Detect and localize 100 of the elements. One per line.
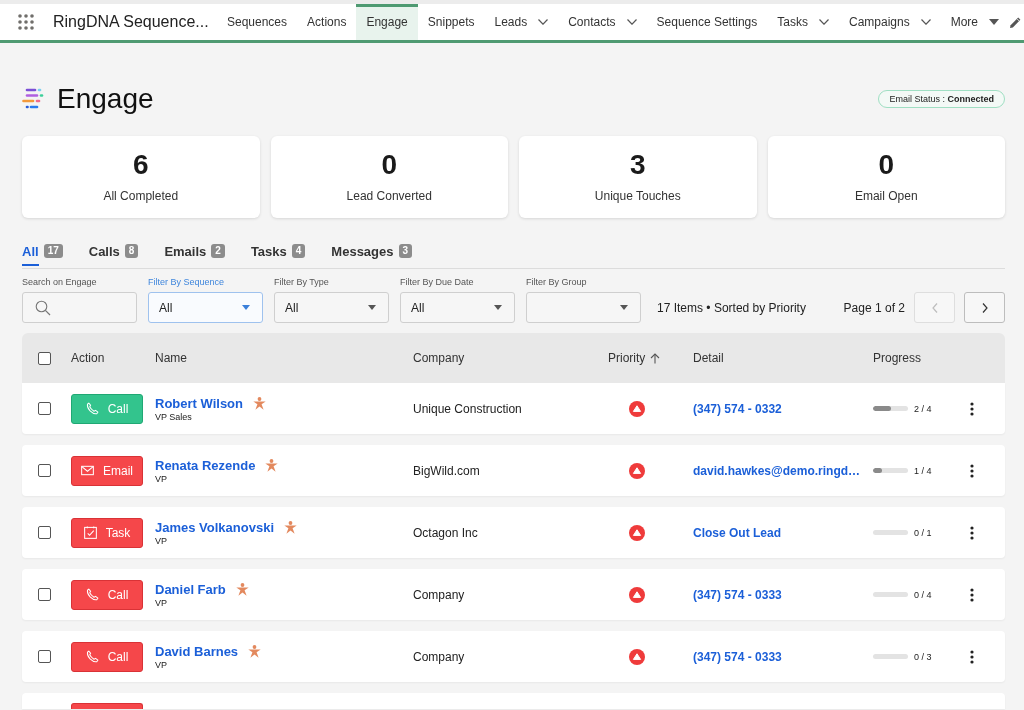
chevron-down-icon: [538, 19, 549, 25]
job-title: VP: [155, 597, 167, 608]
pencil-icon[interactable]: [1009, 15, 1023, 29]
nav-tab[interactable]: Actions: [297, 4, 357, 40]
chevron-right-icon: [981, 302, 988, 313]
progress-reading: 1 / 4: [914, 465, 932, 476]
caret-down-icon: [368, 305, 376, 310]
row-checkbox[interactable]: [38, 588, 51, 601]
job-title: VP: [155, 535, 167, 546]
action-button[interactable]: Call: [71, 641, 143, 672]
row-checkbox[interactable]: [38, 526, 51, 539]
detail-link[interactable]: david.hawkes@demo.ringd…: [693, 463, 861, 478]
dropdown-field[interactable]: All: [400, 292, 515, 323]
tab-label: Emails: [164, 244, 207, 261]
detail-link[interactable]: (347) 574 - 0332: [693, 401, 782, 416]
caret-down-icon: [989, 19, 1000, 25]
contact-name-link[interactable]: Daniel Farb: [155, 581, 226, 597]
chevron-down-icon: [626, 19, 637, 25]
contact-name-link[interactable]: Robert Wilson: [155, 395, 243, 411]
column-header: Name: [155, 351, 187, 365]
job-title: VP: [155, 659, 167, 670]
more-options-icon[interactable]: [970, 401, 974, 416]
row-checkbox[interactable]: [38, 650, 51, 663]
more-options-icon[interactable]: [970, 649, 974, 664]
app-launcher-icon[interactable]: [18, 14, 34, 30]
count-badge: 3: [398, 244, 413, 258]
nav-tab[interactable]: Campaigns: [839, 4, 941, 40]
stat-value: 0: [381, 151, 398, 179]
envelope-icon: [81, 464, 94, 477]
row-checkbox[interactable]: [38, 402, 51, 415]
progress-reading: 0 / 3: [914, 651, 932, 662]
stat-value: 3: [629, 151, 646, 179]
chevron-left-icon: [931, 302, 938, 313]
chevron-down-icon: [819, 19, 829, 25]
count-badge: 4: [291, 244, 306, 258]
person-icon: [235, 582, 249, 596]
filter-tab[interactable]: Calls 8: [88, 244, 139, 268]
count-badge: 2: [211, 244, 225, 258]
company-name: Octagon Inc: [413, 525, 478, 540]
action-button[interactable]: Task: [71, 517, 143, 548]
nav-tab[interactable]: Engage: [356, 4, 418, 40]
nav-tab[interactable]: Tasks: [767, 4, 839, 40]
filter-tab[interactable]: All 17: [22, 244, 63, 268]
filter-tab[interactable]: Emails 2: [164, 244, 225, 268]
contact-name-link[interactable]: Renata Rezende: [155, 457, 256, 473]
column-header: Detail: [693, 351, 724, 365]
nav-tab[interactable]: More: [940, 4, 1010, 40]
tab-label: All: [22, 244, 39, 266]
progress-track: [873, 530, 908, 535]
filter-tab[interactable]: Tasks 4: [250, 244, 306, 268]
contact-name-link[interactable]: David Barnes: [155, 643, 239, 659]
dropdown-field[interactable]: All: [148, 292, 263, 323]
progress-reading: 0 / 1: [914, 527, 932, 538]
caret-down-icon: [242, 305, 250, 310]
caret-down-icon: [620, 305, 628, 310]
phone-icon: [85, 650, 99, 663]
column-header: Priority: [608, 351, 646, 365]
detail-link[interactable]: Close Out Lead: [693, 525, 781, 540]
stat-label: All Completed: [103, 189, 179, 203]
person-icon: [284, 520, 297, 534]
filter-tab[interactable]: Messages 3: [331, 244, 413, 268]
person-icon: [253, 396, 266, 410]
detail-link[interactable]: (347) 574 - 0333: [693, 587, 782, 602]
nav-tab[interactable]: Sequences: [217, 4, 298, 40]
person-icon: [248, 644, 262, 658]
field-label: Filter By Sequence: [148, 277, 226, 288]
nav-tab[interactable]: Leads: [484, 4, 559, 40]
stat-label: Email Open: [854, 189, 918, 203]
nav-tab[interactable]: Snippets: [417, 4, 485, 40]
phone-icon: [85, 588, 99, 601]
field-label: Search on Engage: [22, 277, 98, 288]
action-button[interactable]: Email: [71, 455, 143, 486]
row-checkbox[interactable]: [38, 464, 51, 477]
dropdown-field[interactable]: All: [274, 292, 389, 323]
sort-up-arrow-icon[interactable]: [650, 352, 661, 364]
action-button[interactable]: Call: [71, 579, 143, 610]
stat-value: 0: [878, 151, 895, 179]
stat-label: Unique Touches: [594, 189, 681, 203]
field-label: Filter By Due Date: [400, 277, 475, 288]
field-label: Filter By Type: [274, 277, 330, 288]
progress-track: [873, 654, 908, 659]
company-name: BigWild.com: [413, 463, 480, 478]
count-badge: 8: [124, 244, 139, 258]
search-field[interactable]: [22, 292, 137, 323]
email-status-badge: Email Status : Connected: [878, 90, 1005, 108]
select-all-checkbox[interactable]: [38, 351, 51, 365]
job-title: VP: [155, 473, 167, 484]
more-options-icon[interactable]: [970, 587, 974, 602]
more-options-icon[interactable]: [970, 463, 974, 478]
count-badge: 17: [43, 244, 63, 258]
person-icon: [265, 458, 279, 472]
more-options-icon[interactable]: [970, 525, 974, 540]
contact-name-link[interactable]: James Volkanovski: [155, 519, 274, 535]
nav-tab[interactable]: Sequence Settings: [646, 4, 768, 40]
page-title: Engage: [57, 83, 154, 115]
detail-link[interactable]: (347) 574 - 0333: [693, 649, 782, 664]
dropdown-field[interactable]: [526, 292, 641, 323]
job-title: VP Sales: [155, 411, 192, 422]
nav-tab[interactable]: Contacts: [558, 4, 647, 40]
stat-value: 6: [132, 151, 149, 179]
